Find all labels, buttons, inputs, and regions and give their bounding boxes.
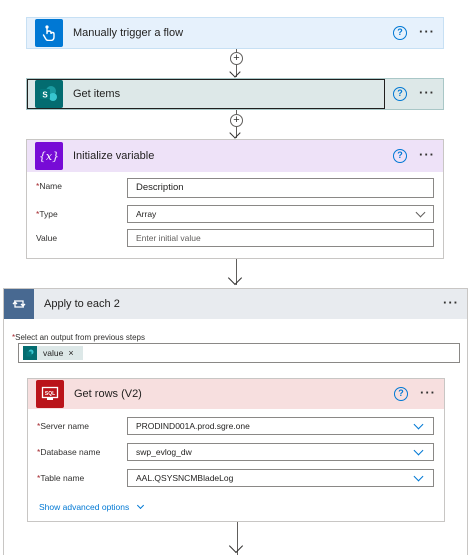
server-name-label: *Server name (37, 421, 89, 431)
type-label: *Type (36, 209, 58, 219)
arrow-down-icon (229, 66, 241, 78)
server-name-value: PRODIND001A.prod.sgre.one (136, 421, 250, 431)
value-input[interactable]: Enter initial value (127, 229, 434, 247)
chevron-down-icon (413, 419, 424, 430)
name-input[interactable]: Description (127, 178, 434, 198)
initialize-variable-title: Initialize variable (73, 150, 155, 162)
value-token-label: value (43, 348, 64, 358)
token-remove-icon[interactable]: × (68, 345, 73, 361)
more-options-icon[interactable]: ··· (419, 147, 435, 162)
table-name-label: *Table name (37, 473, 84, 483)
type-select-value: Array (136, 209, 157, 219)
database-name-value: swp_evlog_dw (136, 447, 192, 457)
variable-icon-text: {x} (38, 149, 60, 163)
more-options-icon[interactable]: ··· (443, 295, 459, 310)
sql-server-icon: SQL (36, 380, 64, 408)
select-output-label-text: Select an output from previous steps (15, 333, 145, 342)
table-name-value: AAL.QSYSNCMBladeLog (136, 473, 234, 483)
table-name-label-text: Table name (40, 473, 85, 483)
arrow-down-icon (229, 127, 241, 139)
type-select[interactable]: Array (127, 205, 434, 223)
help-icon[interactable]: ? (394, 387, 408, 401)
trigger-title: Manually trigger a flow (73, 27, 184, 39)
chevron-down-icon (415, 207, 426, 218)
more-options-icon[interactable]: ··· (420, 385, 436, 400)
variable-icon: {x} (35, 142, 63, 170)
show-advanced-options-text: Show advanced options (39, 502, 130, 512)
value-label: Value (36, 233, 58, 243)
apply-to-each-title: Apply to each 2 (44, 298, 120, 310)
sharepoint-icon: S (35, 80, 63, 108)
get-rows-card[interactable]: SQL Get rows (V2) ? ··· *Server name PRO… (27, 378, 445, 522)
chevron-down-icon (413, 471, 424, 482)
get-items-title: Get items (73, 88, 121, 100)
database-name-label-text: Database name (40, 447, 101, 457)
database-name-select[interactable]: swp_evlog_dw (127, 443, 434, 461)
more-options-icon[interactable]: ··· (419, 24, 435, 39)
initialize-variable-card[interactable]: {x} Initialize variable ? ··· *Name Desc… (26, 139, 444, 259)
arrow-down-icon (227, 270, 243, 286)
select-output-label: *Select an output from previous steps (12, 333, 145, 342)
name-label: *Name (36, 181, 62, 191)
get-items-header[interactable]: S Get items (27, 79, 443, 109)
more-options-icon[interactable]: ··· (419, 85, 435, 100)
output-token-field[interactable]: value × (18, 343, 460, 363)
sharepoint-icon (23, 346, 37, 360)
value-token[interactable]: value × (23, 346, 83, 360)
sql-icon-text: SQL (45, 391, 55, 397)
name-label-text: Name (39, 181, 62, 191)
apply-to-each-card[interactable]: Apply to each 2 ··· *Select an output fr… (3, 288, 468, 555)
get-rows-title: Get rows (V2) (74, 388, 142, 400)
sharepoint-icon-letter: S (42, 91, 48, 100)
add-step-icon[interactable]: + (230, 114, 243, 127)
chevron-down-icon (413, 445, 424, 456)
trigger-header[interactable]: Manually trigger a flow (27, 18, 443, 48)
help-icon[interactable]: ? (393, 87, 407, 101)
loop-icon (4, 289, 34, 319)
type-label-text: Type (39, 209, 58, 219)
table-name-select[interactable]: AAL.QSYSNCMBladeLog (127, 469, 434, 487)
help-icon[interactable]: ? (393, 149, 407, 163)
trigger-card[interactable]: Manually trigger a flow ? ··· (26, 17, 444, 49)
chevron-down-icon (137, 501, 145, 509)
get-items-card[interactable]: S Get items ? ··· (26, 78, 444, 110)
add-step-icon[interactable]: + (230, 52, 243, 65)
arrow-down-icon (228, 538, 244, 554)
show-advanced-options-link[interactable]: Show advanced options (39, 501, 145, 512)
server-name-label-text: Server name (40, 421, 89, 431)
database-name-label: *Database name (37, 447, 100, 457)
apply-to-each-header[interactable]: Apply to each 2 (4, 289, 467, 319)
get-rows-header[interactable]: SQL Get rows (V2) (28, 379, 444, 409)
initialize-variable-header[interactable]: {x} Initialize variable (27, 140, 443, 172)
help-icon[interactable]: ? (393, 26, 407, 40)
server-name-select[interactable]: PRODIND001A.prod.sgre.one (127, 417, 434, 435)
hand-pointer-icon (35, 19, 63, 47)
